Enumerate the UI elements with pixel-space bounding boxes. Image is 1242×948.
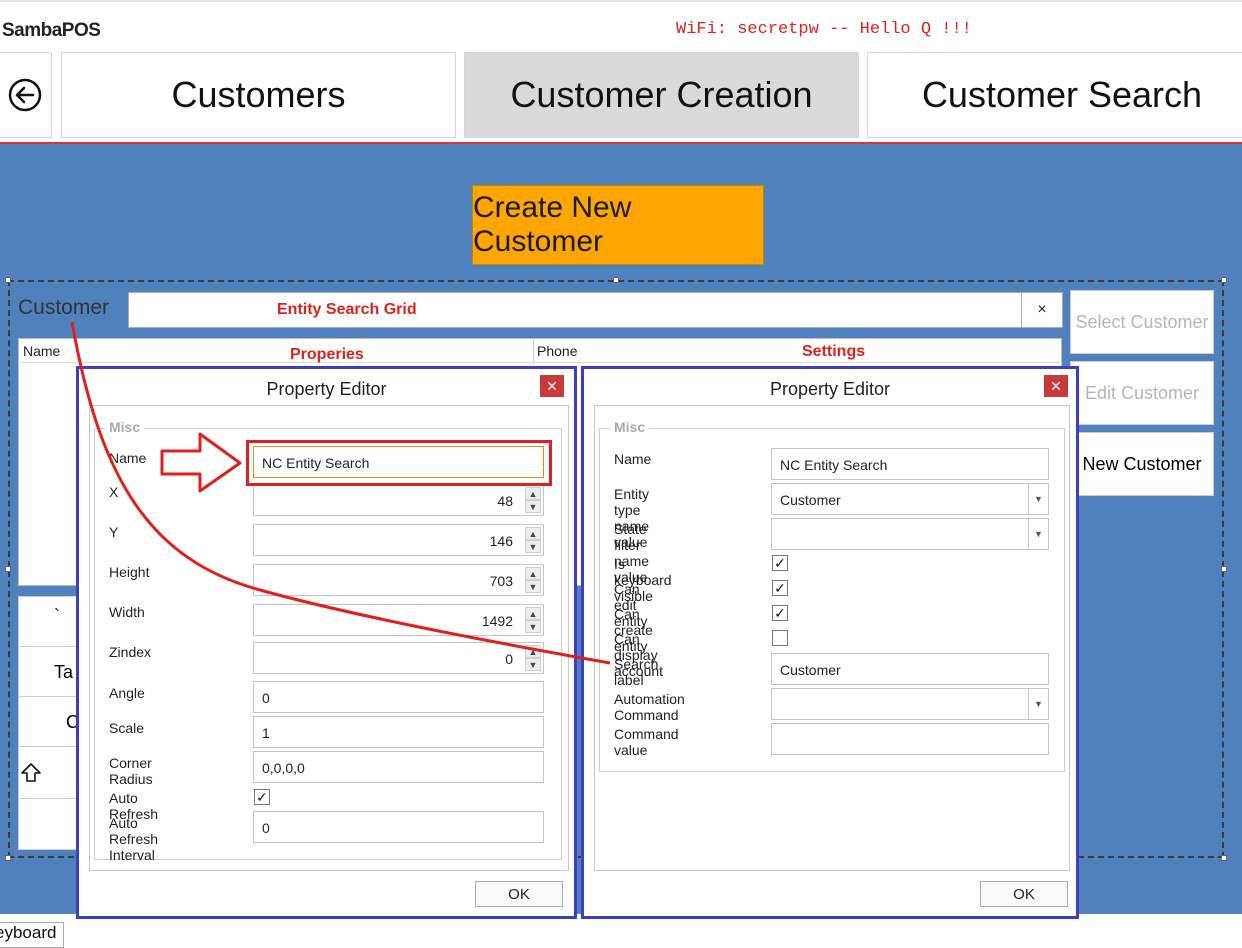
scale-field[interactable]: 1	[253, 716, 544, 748]
height-field[interactable]: 703 ▲ ▼	[253, 564, 544, 596]
prop-label-angle: Angle	[109, 685, 145, 701]
search-input[interactable]	[128, 292, 1022, 328]
resize-handle[interactable]	[1221, 277, 1227, 283]
shift-key[interactable]	[20, 762, 42, 789]
can-create-checkbox[interactable]: ✓	[772, 605, 788, 621]
close-icon[interactable]: ✕	[1044, 375, 1068, 397]
column-header-phone[interactable]: Phone	[537, 343, 577, 359]
prop-label-auto-refresh-interval: Auto Refresh Interval	[109, 815, 159, 863]
tab-customers[interactable]: Customers	[61, 52, 456, 138]
tab-customer-creation[interactable]: Customer Creation	[464, 52, 859, 138]
height-value: 703	[489, 573, 513, 589]
header-divider	[18, 362, 1062, 363]
wifi-banner: WiFi: secretpw -- Hello Q !!!	[676, 20, 972, 39]
zindex-value: 0	[505, 651, 513, 667]
resize-handle[interactable]	[5, 566, 11, 572]
prop-label-corner-radius: Corner Radius	[109, 755, 153, 787]
chevron-down-icon[interactable]: ▼	[1028, 689, 1048, 719]
select-customer-button[interactable]: Select Customer	[1070, 290, 1214, 354]
name-highlight-box	[246, 440, 552, 486]
zindex-spinner[interactable]: ▲ ▼	[525, 645, 541, 671]
edit-customer-button[interactable]: Edit Customer	[1070, 361, 1214, 425]
width-spinner[interactable]: ▲ ▼	[525, 607, 541, 633]
name-field[interactable]: NC Entity Search	[771, 448, 1049, 480]
group-legend: Misc	[610, 419, 650, 435]
y-spinner[interactable]: ▲ ▼	[525, 527, 541, 553]
x-spinner[interactable]: ▲ ▼	[525, 487, 541, 513]
new-customer-button[interactable]: New Customer	[1070, 432, 1214, 496]
automation-command-select[interactable]: ▼	[771, 688, 1049, 720]
prop-label-y: Y	[109, 524, 119, 540]
prop-label-height: Height	[109, 564, 150, 580]
height-spinner[interactable]: ▲ ▼	[525, 567, 541, 593]
can-display-checkbox[interactable]	[772, 630, 788, 646]
state-filter-select[interactable]: ▼	[771, 518, 1049, 550]
entity-type-value: Customer	[780, 492, 841, 508]
auto-refresh-interval-field[interactable]: 0	[253, 811, 544, 843]
create-new-customer-button[interactable]: Create New Customer	[472, 185, 764, 265]
width-value: 1492	[481, 613, 513, 629]
resize-handle[interactable]	[613, 277, 619, 283]
resize-handle[interactable]	[1221, 566, 1227, 572]
prop-label-name: Name	[109, 450, 147, 466]
tab-customer-search[interactable]: Customer Search	[867, 52, 1242, 138]
shift-icon	[21, 763, 41, 782]
corner-radius-field[interactable]: 0,0,0,0	[253, 751, 544, 783]
prop-label-search-label: Search label	[614, 656, 659, 688]
ok-button[interactable]: OK	[980, 881, 1068, 907]
prop-label-command-value: Command value	[614, 726, 679, 758]
annotation-settings: Settings	[802, 343, 866, 360]
annotation-properies: Properies	[290, 346, 364, 363]
command-value-field[interactable]	[771, 723, 1049, 755]
can-edit-checkbox[interactable]: ✓	[772, 580, 788, 596]
search-label-field[interactable]: Customer	[771, 653, 1049, 685]
x-value: 48	[497, 493, 513, 509]
group-legend: Misc	[105, 419, 145, 435]
auto-refresh-checkbox[interactable]: ✓	[254, 789, 270, 805]
y-value: 146	[489, 533, 513, 549]
resize-handle[interactable]	[5, 277, 11, 283]
resize-handle[interactable]	[1221, 855, 1227, 861]
prop-label-scale: Scale	[109, 720, 145, 736]
column-divider	[533, 338, 534, 362]
prop-label-x: X	[109, 484, 119, 500]
resize-handle[interactable]	[5, 855, 11, 861]
app-logo: SambaPOS	[2, 20, 101, 41]
clear-search-button[interactable]: ×	[1021, 292, 1063, 328]
keyboard-visible-checkbox[interactable]: ✓	[772, 555, 788, 571]
angle-field[interactable]: 0	[253, 681, 544, 713]
back-button[interactable]	[0, 52, 52, 138]
zindex-field[interactable]: 0 ▲ ▼	[253, 642, 544, 674]
dialog-title: Property Editor	[266, 379, 387, 399]
prop-label-name: Name	[614, 451, 652, 467]
x-field[interactable]: 48 ▲ ▼	[253, 484, 544, 516]
dialog-title: Property Editor	[769, 379, 891, 399]
keyboard-row	[18, 798, 78, 850]
y-field[interactable]: 146 ▲ ▼	[253, 524, 544, 556]
back-arrow-icon	[8, 78, 42, 112]
annotation-entity-search-grid: Entity Search Grid	[277, 301, 417, 318]
keyboard-tab[interactable]: eyboard	[0, 922, 64, 948]
column-header-name[interactable]: Name	[23, 343, 60, 359]
entity-type-select[interactable]: Customer ▼	[771, 483, 1049, 515]
key-backtick[interactable]: `	[54, 606, 60, 627]
ok-button[interactable]: OK	[475, 881, 563, 907]
prop-label-automation-command: Automation Command	[614, 691, 685, 723]
width-field[interactable]: 1492 ▲ ▼	[253, 604, 544, 636]
prop-label-width: Width	[109, 604, 145, 620]
prop-label-zindex: Zindex	[109, 644, 152, 660]
chevron-down-icon[interactable]: ▼	[1028, 484, 1048, 514]
chevron-down-icon[interactable]: ▼	[1028, 519, 1048, 549]
close-icon[interactable]: ✕	[540, 375, 564, 397]
search-label: Customer	[18, 296, 110, 319]
key-tab[interactable]: Ta	[54, 662, 73, 683]
top-border	[0, 0, 1242, 2]
